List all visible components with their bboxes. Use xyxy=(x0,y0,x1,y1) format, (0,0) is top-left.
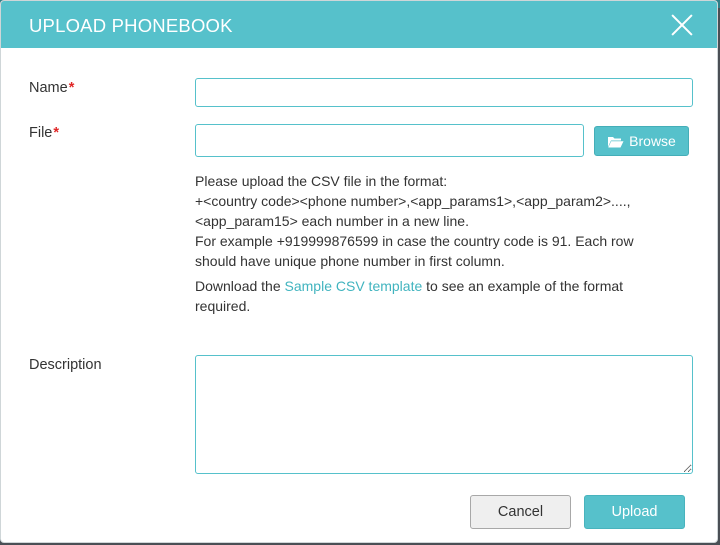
name-label: Name* xyxy=(29,80,74,96)
upload-button[interactable]: Upload xyxy=(584,495,685,529)
upload-phonebook-dialog: UPLOAD PHONEBOOK Name* File* Browse Plea… xyxy=(0,0,718,543)
name-label-text: Name xyxy=(29,80,68,96)
sample-csv-link[interactable]: Sample CSV template xyxy=(285,278,423,294)
description-textarea[interactable] xyxy=(195,355,693,474)
name-input[interactable] xyxy=(195,78,693,107)
file-input[interactable] xyxy=(195,124,584,157)
download-prefix: Download the xyxy=(195,278,285,294)
dialog-title: UPLOAD PHONEBOOK xyxy=(29,15,233,36)
required-marker: * xyxy=(68,80,75,96)
file-label: File* xyxy=(29,125,59,141)
download-hint: Download the Sample CSV template to see … xyxy=(195,276,675,316)
folder-open-icon xyxy=(608,136,624,147)
help-line-4: For example +919999876599 in case the co… xyxy=(195,233,634,269)
help-line-1: Please upload the CSV file in the format… xyxy=(195,173,448,189)
required-marker: * xyxy=(53,125,60,141)
file-label-text: File xyxy=(29,125,53,141)
browse-label: Browse xyxy=(629,133,676,149)
browse-button[interactable]: Browse xyxy=(594,126,689,156)
dialog-header: UPLOAD PHONEBOOK xyxy=(1,1,717,48)
description-label: Description xyxy=(29,357,102,373)
help-line-2: +<country code><phone number>,<app_param… xyxy=(195,193,631,209)
cancel-button[interactable]: Cancel xyxy=(470,495,571,529)
format-help-text: Please upload the CSV file in the format… xyxy=(195,171,675,316)
close-icon[interactable] xyxy=(669,12,695,38)
help-line-3: <app_param15> each number in a new line. xyxy=(195,213,469,229)
